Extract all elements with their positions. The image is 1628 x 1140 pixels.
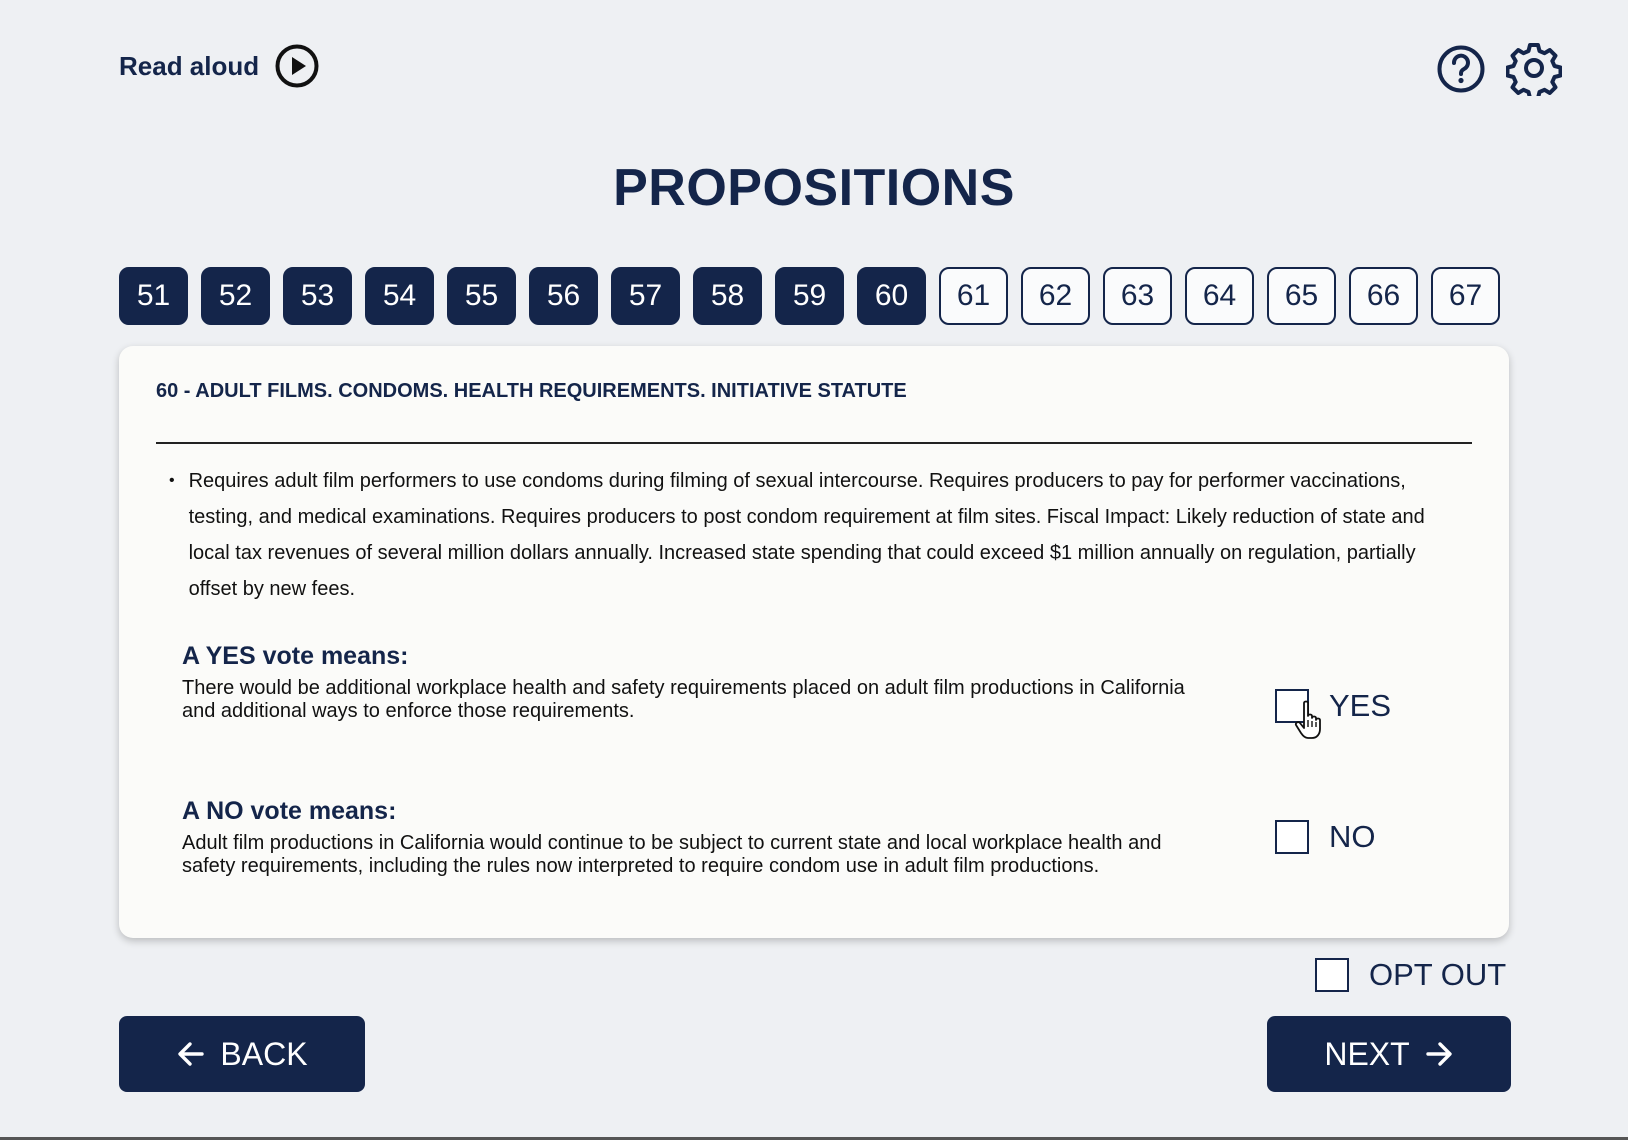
no-vote-section: A NO vote means: Adult film productions … — [182, 797, 1212, 878]
prop-tab-51[interactable]: 51 — [119, 267, 188, 325]
back-button[interactable]: BACK — [119, 1016, 365, 1092]
proposition-summary: • Requires adult film performers to use … — [169, 463, 1429, 607]
summary-text: Requires adult film performers to use co… — [188, 470, 1425, 600]
no-label: NO — [1329, 819, 1376, 854]
prop-tab-52[interactable]: 52 — [201, 267, 270, 325]
prop-tab-67[interactable]: 67 — [1431, 267, 1500, 325]
settings-button[interactable] — [1505, 40, 1563, 100]
hand-cursor-icon — [1294, 700, 1321, 739]
opt-out-choice[interactable]: OPT OUT — [1315, 957, 1506, 993]
read-aloud-label: Read aloud — [119, 50, 260, 81]
proposition-card: 60 - ADULT FILMS. CONDOMS. HEALTH REQUIR… — [119, 346, 1509, 938]
prop-tab-61[interactable]: 61 — [939, 267, 1008, 325]
top-bar: Read aloud — [0, 0, 1628, 140]
prop-tab-59[interactable]: 59 — [775, 267, 844, 325]
proposition-tabs: 51 52 53 54 55 56 57 58 59 60 61 62 63 6… — [119, 267, 1500, 325]
prop-tab-64[interactable]: 64 — [1185, 267, 1254, 325]
prop-tab-66[interactable]: 66 — [1349, 267, 1418, 325]
prop-tab-57[interactable]: 57 — [611, 267, 680, 325]
play-circle-icon — [275, 44, 319, 88]
prop-tab-53[interactable]: 53 — [283, 267, 352, 325]
prop-tab-62[interactable]: 62 — [1021, 267, 1090, 325]
prop-tab-63[interactable]: 63 — [1103, 267, 1172, 325]
title-divider — [156, 442, 1472, 444]
prop-tab-60[interactable]: 60 — [857, 267, 926, 325]
prop-tab-54[interactable]: 54 — [365, 267, 434, 325]
arrow-left-icon — [178, 1042, 205, 1066]
prop-tab-65[interactable]: 65 — [1267, 267, 1336, 325]
yes-vote-heading: A YES vote means: — [182, 642, 409, 670]
no-checkbox[interactable] — [1275, 820, 1309, 854]
gear-icon — [1505, 43, 1563, 100]
next-label: NEXT — [1324, 1035, 1410, 1072]
arrow-right-icon — [1425, 1042, 1452, 1066]
prop-tab-58[interactable]: 58 — [693, 267, 762, 325]
yes-vote-section: A YES vote means: There would be additio… — [182, 642, 1212, 723]
back-label: BACK — [220, 1035, 308, 1072]
yes-label: YES — [1329, 688, 1392, 723]
bullet-icon: • — [169, 472, 175, 489]
no-vote-text: Adult film productions in California wou… — [182, 832, 1162, 877]
help-button[interactable] — [1436, 44, 1486, 94]
prop-tab-55[interactable]: 55 — [447, 267, 516, 325]
proposition-title: 60 - ADULT FILMS. CONDOMS. HEALTH REQUIR… — [156, 380, 907, 402]
no-choice[interactable]: NO — [1275, 819, 1376, 855]
help-circle-icon — [1437, 45, 1485, 93]
no-vote-heading: A NO vote means: — [182, 797, 397, 825]
prop-tab-56[interactable]: 56 — [529, 267, 598, 325]
read-aloud-button[interactable]: Read aloud — [119, 44, 319, 88]
opt-out-label: OPT OUT — [1369, 957, 1507, 992]
next-button[interactable]: NEXT — [1267, 1016, 1511, 1092]
yes-vote-text: There would be additional workplace heal… — [182, 677, 1185, 722]
yes-choice[interactable]: YES — [1275, 688, 1391, 724]
opt-out-checkbox[interactable] — [1315, 958, 1349, 992]
page-title: PROPOSITIONS — [613, 159, 1015, 217]
